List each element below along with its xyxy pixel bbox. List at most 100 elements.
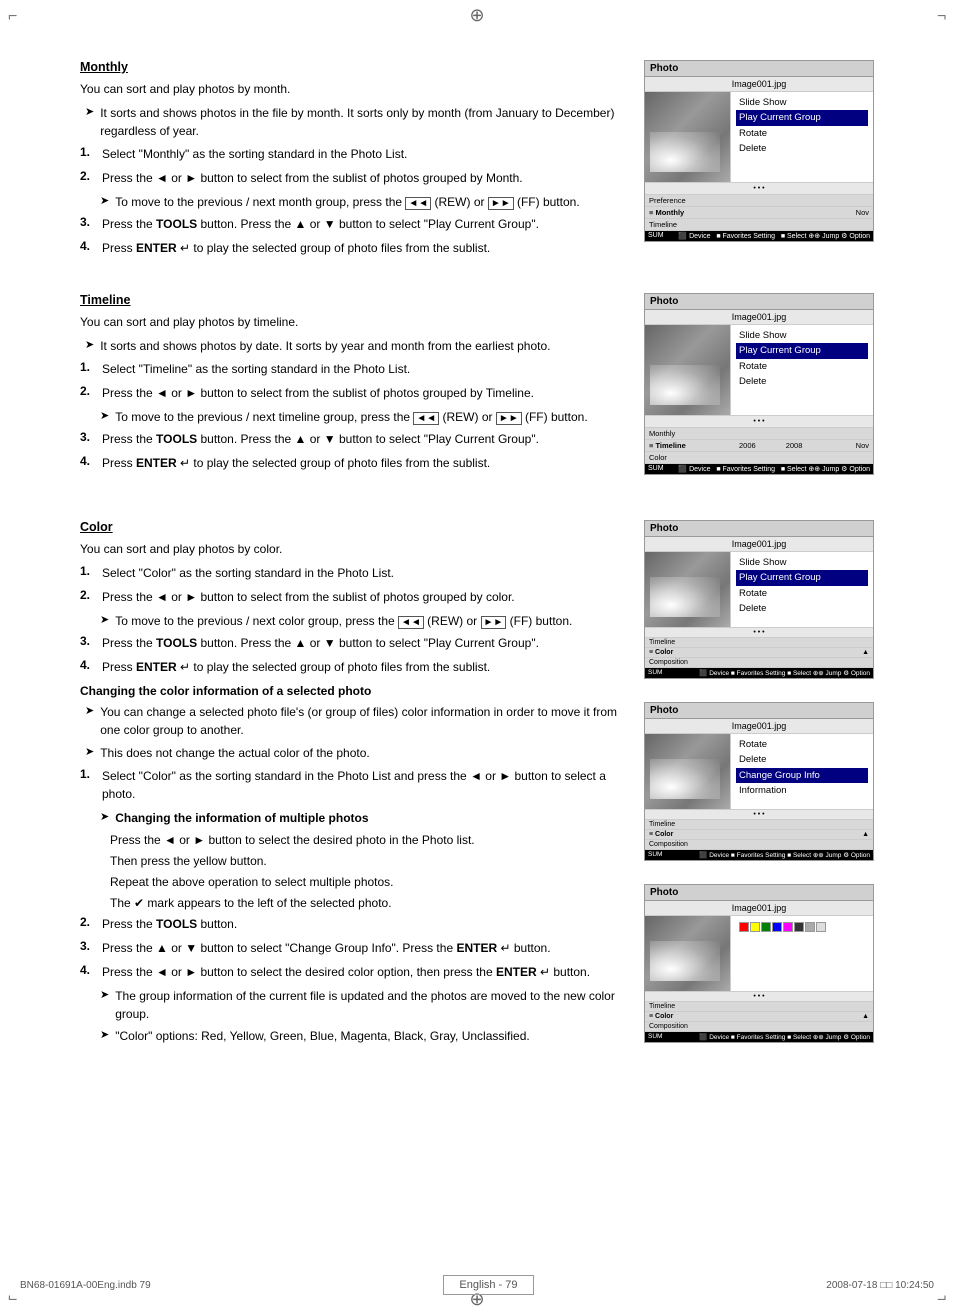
year-start: 2006 — [739, 441, 756, 450]
multi-sub-text-4: The ✔ mark appears to the left of the se… — [110, 894, 392, 912]
timeline-sub-bullet: ➤ To move to the previous / next timelin… — [100, 408, 624, 426]
multi-sub-text-2: Then press the yellow button. — [110, 852, 267, 870]
step-num: 3. — [80, 634, 96, 648]
timeline-bullet-text-1: It sorts and shows photos by date. It so… — [100, 337, 550, 355]
color-swatch-black[interactable] — [794, 922, 804, 932]
multi-photo-title: ➤ Changing the information of multiple p… — [100, 809, 624, 827]
panel-triangle-c3: ▲ — [862, 1013, 869, 1020]
photo-panel-monthly: Photo Image001.jpg Slide Show Play Curre… — [644, 60, 874, 242]
menu-item-information[interactable]: Information — [736, 783, 868, 798]
step-text: Press the TOOLS button. — [102, 915, 237, 933]
photo-thumbnail — [645, 325, 730, 415]
panel-timeline-c2: Timeline — [649, 821, 675, 828]
timeline-bullet-1: ➤ It sorts and shows photos by date. It … — [80, 337, 624, 355]
change-sub-1: ➤ The group information of the current f… — [100, 987, 624, 1023]
color-section: Color You can sort and play photos by co… — [80, 520, 874, 1058]
step-num: 1. — [80, 360, 96, 374]
step-num: 1. — [80, 564, 96, 578]
panel-timeline-c1: Timeline — [649, 639, 675, 646]
monthly-panel: Photo Image001.jpg Slide Show Play Curre… — [644, 60, 874, 263]
changing-bullet-2: ➤ This does not change the actual color … — [80, 744, 624, 762]
color-swatch-magenta[interactable] — [783, 922, 793, 932]
color-step-4: 4. Press ENTER ↵ to play the selected gr… — [80, 658, 624, 676]
color-swatch-red[interactable] — [739, 922, 749, 932]
menu-item-change-group[interactable]: Change Group Info — [736, 768, 868, 783]
bullet-arrow-icon: ➤ — [100, 1028, 109, 1041]
photo-thumbnail — [645, 552, 730, 627]
bullet-arrow-icon: ➤ — [85, 704, 94, 717]
color-swatch-yellow[interactable] — [750, 922, 760, 932]
menu-item-play-current[interactable]: Play Current Group — [736, 110, 868, 125]
panel-triangle-c1: ▲ — [862, 649, 869, 656]
menu-item-play-current[interactable]: Play Current Group — [736, 570, 868, 585]
step-text: Press the ◄ or ► button to select the de… — [102, 963, 590, 981]
timeline-text: Timeline You can sort and play photos by… — [80, 293, 624, 490]
color-step-1: 1. Select "Color" as the sorting standar… — [80, 564, 624, 582]
timeline-section: Timeline You can sort and play photos by… — [80, 293, 874, 490]
color-step-3: 3. Press the TOOLS button. Press the ▲ o… — [80, 634, 624, 652]
footer-center: English - 79 — [443, 1275, 533, 1295]
multi-sub-2: Then press the yellow button. — [110, 852, 624, 870]
panel-month-end: Nov — [856, 208, 869, 217]
panel-header: Photo — [645, 61, 873, 77]
changing-bullet-text-1: You can change a selected photo file's (… — [100, 703, 624, 739]
color-swatch-green[interactable] — [761, 922, 771, 932]
menu-item-slideshow[interactable]: Slide Show — [736, 328, 868, 343]
color-panels: Photo Image001.jpg Slide Show Play Curre… — [644, 520, 874, 1058]
panel-composition-c2: Composition — [649, 841, 688, 848]
change-step-1: 1. Select "Color" as the sorting standar… — [80, 767, 624, 803]
bullet-arrow-icon: ➤ — [85, 338, 94, 351]
footer-right: 2008-07-18 □□ 10:24:50 — [826, 1280, 934, 1291]
panel-color-c1: ≡ Color — [649, 649, 673, 656]
month-end-tl: Nov — [856, 441, 869, 450]
menu-item-delete[interactable]: Delete — [736, 141, 868, 156]
year-end: 2008 — [786, 441, 803, 450]
menu-item-delete[interactable]: Delete — [736, 374, 868, 389]
menu-item-rotate[interactable]: Rotate — [736, 126, 868, 141]
changing-bullet-1: ➤ You can change a selected photo file's… — [80, 703, 624, 739]
panel-composition-c3: Composition — [649, 1023, 688, 1030]
menu-item-slideshow[interactable]: Slide Show — [736, 95, 868, 110]
menu-item-delete[interactable]: Delete — [736, 752, 868, 767]
step-text: Select "Color" as the sorting standard i… — [102, 767, 624, 803]
change-sub-text-2: "Color" options: Red, Yellow, Green, Blu… — [115, 1027, 530, 1045]
monthly-step-3: 3. Press the TOOLS button. Press the ▲ o… — [80, 215, 624, 233]
footer-left: BN68-01691A-00Eng.indb 79 — [20, 1280, 151, 1291]
step-text: Press ENTER ↵ to play the selected group… — [102, 454, 490, 472]
step-num: 4. — [80, 963, 96, 977]
step-text: Press the ▲ or ▼ button to select "Chang… — [102, 939, 551, 957]
monthly-title: Monthly — [80, 60, 624, 74]
menu-item-rotate[interactable]: Rotate — [736, 737, 868, 752]
color-swatch-blue[interactable] — [772, 922, 782, 932]
panel-header: Photo — [645, 885, 873, 901]
panel-preference: Preference — [649, 196, 686, 205]
photo-panel-color1: Photo Image001.jpg Slide Show Play Curre… — [644, 520, 874, 679]
menu-item-play-current[interactable]: Play Current Group — [736, 343, 868, 358]
photo-panel-color2: Photo Image001.jpg Rotate Delete Change … — [644, 702, 874, 861]
monthly-step-2: 2. Press the ◄ or ► button to select fro… — [80, 169, 624, 187]
panel-color-c3: ≡ Color — [649, 1013, 673, 1020]
page: ⌐ ⌐ ⌐ ⌐ ⊕ ⊕ Monthly You can sort and pla… — [0, 0, 954, 1315]
change-step-3: 3. Press the ▲ or ▼ button to select "Ch… — [80, 939, 624, 957]
menu-item-slideshow[interactable]: Slide Show — [736, 555, 868, 570]
step-num: 3. — [80, 939, 96, 953]
changing-color-title: Changing the color information of a sele… — [80, 684, 624, 698]
color-desc: You can sort and play photos by color. — [80, 540, 624, 558]
panel-composition-c1: Composition — [649, 659, 688, 666]
menu-item-rotate[interactable]: Rotate — [736, 359, 868, 374]
bullet-arrow-icon: ➤ — [85, 745, 94, 758]
menu-item-delete[interactable]: Delete — [736, 601, 868, 616]
multi-photo-title-text: Changing the information of multiple pho… — [115, 809, 368, 827]
monthly-step-1: 1. Select "Monthly" as the sorting stand… — [80, 145, 624, 163]
monthly-desc: You can sort and play photos by month. — [80, 80, 624, 98]
color-swatch-gray[interactable] — [805, 922, 815, 932]
color-swatch-unclassified[interactable] — [816, 922, 826, 932]
step-num: 2. — [80, 588, 96, 602]
photo-menu: Slide Show Play Current Group Rotate Del… — [730, 325, 873, 415]
multi-sub-text-3: Repeat the above operation to select mul… — [110, 873, 394, 891]
change-sub-text-1: The group information of the current fil… — [115, 987, 624, 1023]
timeline-panel: Photo Image001.jpg Slide Show Play Curre… — [644, 293, 874, 490]
photo-menu: Rotate Delete Change Group Info Informat… — [730, 734, 873, 809]
step-text: Select "Monthly" as the sorting standard… — [102, 145, 407, 163]
menu-item-rotate[interactable]: Rotate — [736, 586, 868, 601]
